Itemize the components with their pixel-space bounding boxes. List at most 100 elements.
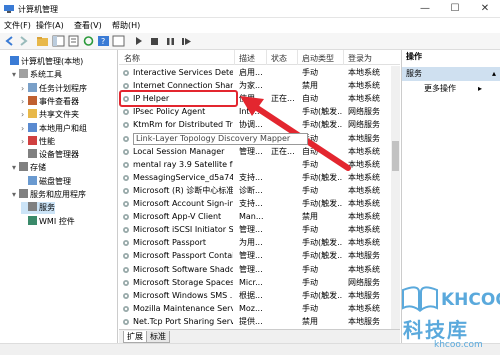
refresh-icon[interactable] xyxy=(82,35,95,47)
table-row[interactable]: Microsoft Software Shado... 管理... 手动 本地系统 xyxy=(119,264,390,276)
service-gear-icon xyxy=(123,83,129,90)
tree-item[interactable]: › 事件查看器 xyxy=(21,95,79,108)
tree-item[interactable]: ▾ 服务和应用程序 xyxy=(12,189,86,201)
expand-arrow-icon[interactable]: › xyxy=(21,96,28,108)
tree-node-icon xyxy=(28,82,37,92)
column-description[interactable]: 描述 xyxy=(239,53,255,64)
table-row[interactable]: Internet Connection Sharin... 为家... 禁用 本地系统 xyxy=(119,80,390,92)
show-hide-tree-icon[interactable] xyxy=(52,35,65,47)
menu-action[interactable]: 操作(A) xyxy=(36,20,64,31)
cell-logon: 本地系统 xyxy=(348,68,380,77)
table-row[interactable]: IPsec Policy Agent Inte... 手动(触发... 网络服务 xyxy=(119,106,390,118)
column-startup-type[interactable]: 启动类型 xyxy=(302,53,334,64)
pause-icon[interactable] xyxy=(164,35,177,47)
tree-item[interactable]: ▾ 系统工具 xyxy=(12,69,62,81)
expand-arrow-icon[interactable]: ▾ xyxy=(12,69,19,81)
actions-section-services[interactable]: 服务 ▴ xyxy=(402,67,500,81)
expand-arrow-icon[interactable]: › xyxy=(21,83,28,95)
expand-arrow-icon[interactable]: › xyxy=(21,109,28,121)
scrollbar-thumb[interactable] xyxy=(392,141,399,171)
cell-desc: 启用... xyxy=(239,68,263,77)
stop-icon[interactable] xyxy=(148,35,161,47)
tree-node-icon xyxy=(28,202,37,212)
tree-item[interactable]: WMI 控件 xyxy=(21,215,75,228)
more-actions-label: 更多操作 xyxy=(424,84,456,93)
tab-standard[interactable]: 标准 xyxy=(146,331,170,343)
table-row[interactable]: Microsoft App-V Client Man... 禁用 本地系统 xyxy=(119,211,390,223)
table-row[interactable]: Microsoft Windows SMS ... 根据... 手动(触发... 本地… xyxy=(119,290,390,302)
cell-name: Interactive Services Detect... xyxy=(133,68,233,77)
table-row[interactable]: Link-Layer Topology Discovery Mapper 手动 本地… xyxy=(119,132,390,145)
tree-node-icon xyxy=(28,175,37,185)
table-row[interactable]: Microsoft Account Sign-in ... 支持... 手动(触发.… xyxy=(119,198,390,210)
tree-item[interactable]: 计算机管理(本地) xyxy=(3,56,83,68)
maximize-button[interactable]: ☐ xyxy=(440,0,470,18)
back-icon[interactable] xyxy=(3,35,16,47)
column-separator[interactable] xyxy=(297,50,298,65)
table-row[interactable]: Microsoft Passport Contai... 管理... 手动(触发..… xyxy=(119,250,390,262)
tree-item[interactable]: › 本地用户和组 xyxy=(21,122,87,135)
collapse-arrow-icon[interactable]: ▴ xyxy=(492,67,496,81)
tree-item[interactable]: 设备管理器 xyxy=(21,149,79,161)
table-row[interactable]: mental ray 3.9 Satellite for... 手动 本地系统 xyxy=(119,159,390,171)
column-logon-as[interactable]: 登录为 xyxy=(348,53,372,64)
cell-startup: 手动(触发... xyxy=(302,290,343,300)
cell-startup: 禁用 xyxy=(302,81,318,91)
cell-startup: 禁用 xyxy=(302,212,318,222)
tree-item[interactable]: › 共享文件夹 xyxy=(21,109,79,121)
column-separator[interactable] xyxy=(234,50,235,65)
table-row[interactable]: Microsoft iSCSI Initiator S... 管理... 手动 本地系… xyxy=(119,224,390,236)
expand-arrow-icon[interactable]: › xyxy=(21,136,28,148)
table-row[interactable]: IP Helper 使用... 正在... 自动 本地系统 xyxy=(119,93,390,105)
column-name[interactable]: 名称 xyxy=(124,53,140,64)
tree-item[interactable]: ▾ 存储 xyxy=(12,162,46,174)
cell-logon: 本地系统 xyxy=(348,199,380,208)
expand-arrow-icon[interactable]: ▾ xyxy=(12,162,19,174)
table-row[interactable]: Microsoft Passport 为用... 手动(触发... 本地系统 xyxy=(119,237,390,249)
minimize-button[interactable]: — xyxy=(410,0,440,18)
column-status[interactable]: 状态 xyxy=(271,53,287,64)
tree-item[interactable]: › 任务计划程序 xyxy=(21,82,87,95)
cell-name: MessagingService_d5a74 xyxy=(133,172,233,182)
tree-item[interactable]: 磁盘管理 xyxy=(21,175,71,188)
close-button[interactable]: ✕ xyxy=(470,0,500,18)
column-separator[interactable] xyxy=(343,50,344,65)
table-row[interactable]: Microsoft (R) 诊断中心标准... 诊断... 手动 本地系统 xyxy=(119,185,390,197)
menu-file[interactable]: 文件(F) xyxy=(4,20,31,31)
tree-item[interactable]: › 性能 xyxy=(21,135,55,148)
tab-extended[interactable]: 扩展 xyxy=(123,331,147,343)
cell-startup: 自动 xyxy=(302,146,318,156)
console-icon[interactable] xyxy=(112,35,125,47)
table-row[interactable]: Interactive Services Detect... 启用... 手动 本地系… xyxy=(119,67,390,79)
svg-text:?: ? xyxy=(101,37,105,46)
more-actions-item[interactable]: 更多操作 ▸ xyxy=(424,83,482,95)
table-row[interactable]: Microsoft Storage Spaces... Micr... 手动 网络服务 xyxy=(119,277,390,289)
menu-bar: 文件(F) 操作(A) 查看(V) 帮助(H) xyxy=(0,18,500,33)
column-separator[interactable] xyxy=(266,50,267,65)
menu-help[interactable]: 帮助(H) xyxy=(112,20,140,31)
table-row[interactable]: Net.Tcp Port Sharing Servi... 提供... 禁用 本地服务 xyxy=(119,316,390,328)
menu-view[interactable]: 查看(V) xyxy=(74,20,102,31)
up-folder-icon[interactable] xyxy=(36,35,49,47)
service-gear-icon xyxy=(123,253,129,260)
service-gear-icon xyxy=(123,240,129,247)
restart-icon[interactable] xyxy=(180,35,193,47)
table-row[interactable]: Mozilla Maintenance Servi... Moz... 手动 本地系统 xyxy=(119,303,390,315)
expand-arrow-icon[interactable]: › xyxy=(21,123,28,135)
expand-arrow-icon[interactable]: ▾ xyxy=(12,189,19,201)
play-icon[interactable] xyxy=(132,35,145,47)
service-gear-icon xyxy=(123,227,129,234)
tree-item[interactable]: 服务 xyxy=(21,202,55,215)
cell-desc: 协调... xyxy=(239,120,263,130)
cell-logon: 本地系统 xyxy=(348,238,380,248)
properties-icon[interactable] xyxy=(67,35,80,47)
cell-desc: Man... xyxy=(239,212,264,222)
tree-node-icon xyxy=(19,189,28,198)
table-row[interactable]: KtmRm for Distributed Tra... 协调... 手动(触发..… xyxy=(119,119,390,131)
table-row[interactable]: MessagingService_d5a74 支持... 手动(触发... 本地系统 xyxy=(119,172,390,184)
watermark-url: khcoo.com xyxy=(434,340,483,350)
forward-icon[interactable] xyxy=(17,35,30,47)
toolbar: ? xyxy=(0,33,500,50)
table-row[interactable]: Local Session Manager 管理... 正在... 自动 本地系统 xyxy=(119,146,390,158)
help-icon[interactable]: ? xyxy=(97,35,110,47)
